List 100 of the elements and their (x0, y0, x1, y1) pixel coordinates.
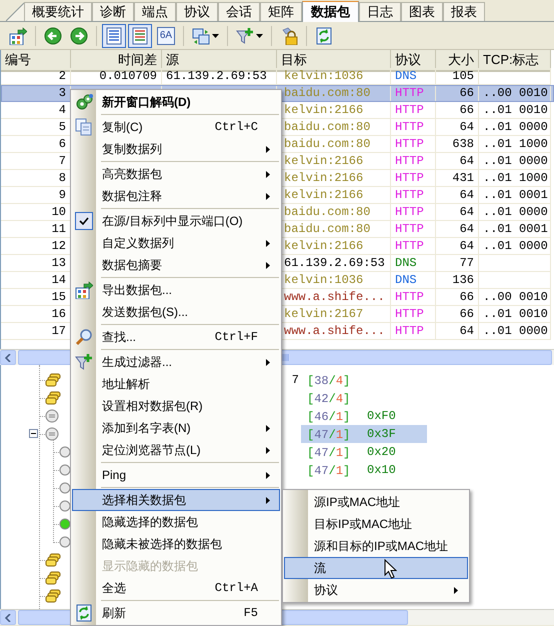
table-cell: 66 (460, 289, 474, 305)
field-offset: [47/1] (307, 446, 350, 460)
table-cell: 17 (52, 323, 66, 339)
table-cell: HTTP (395, 187, 424, 203)
table-cell: kelvin:2166 (284, 187, 364, 203)
table-cell: www.a.shife... (284, 323, 385, 339)
table-cell: ..01 0000 (483, 119, 548, 135)
table-cell: ..01 0001 (483, 187, 548, 203)
table-cell: baidu.com:80 (284, 85, 370, 101)
table-cell: 638 (452, 136, 474, 152)
menu-item-label: 流 (313, 560, 326, 577)
table-cell: baidu.com:80 (284, 221, 370, 237)
menu-item-label: 地址解析 (101, 376, 150, 393)
table-cell: 66 (460, 306, 474, 322)
table-cell: HTTP (395, 204, 424, 220)
table-cell: baidu.com:80 (284, 119, 370, 135)
table-cell: 61.139.2.69:53 (284, 255, 385, 271)
table-cell: HTTP (395, 238, 424, 254)
menu-item-label: 添加到名字表(N) (101, 420, 191, 437)
menu-item-label: 源IP或MAC地址 (313, 494, 400, 511)
table-cell: kelvin:2166 (284, 170, 364, 186)
table-cell: 10 (52, 204, 66, 220)
field-offset: [47/1] (307, 464, 350, 478)
table-cell: 9 (58, 187, 66, 203)
table-cell: HTTP (395, 119, 424, 135)
table-cell: 3 (58, 85, 66, 101)
table-cell: 64 (460, 323, 474, 339)
menu-item-label: 在源/目标列中显示端口(O) (101, 213, 243, 230)
menu-item-label: 复制(C) (101, 119, 143, 136)
table-cell: ..00 0010 (483, 289, 548, 305)
shortcut-label: Ctrl+F (214, 329, 258, 346)
table-cell: DNS (395, 272, 417, 288)
table-cell: 64 (460, 119, 474, 135)
table-cell: 64 (460, 187, 474, 203)
menu-item-label: 设置相对数据包(R) (101, 398, 203, 415)
table-cell: 64 (460, 238, 474, 254)
table-cell: ..01 1000 (483, 170, 548, 186)
menu-item-label: 选择相关数据包 (101, 492, 186, 509)
menu-item-label: 发送数据包(S)... (101, 304, 188, 321)
table-cell: HTTP (395, 306, 424, 322)
field-value: 0x20 (367, 445, 396, 459)
menu-item-label: 数据包注释 (101, 188, 162, 205)
table-cell: 6 (58, 136, 66, 152)
menu-item-label: 生成过滤器... (101, 354, 172, 371)
menu-item-label: 源和目标的IP或MAC地址 (313, 538, 448, 555)
shortcut-label: Ctrl+C (214, 119, 258, 136)
table-cell: kelvin:2167 (284, 306, 364, 322)
table-cell: 4 (58, 102, 66, 118)
table-cell: 5 (58, 119, 66, 135)
table-cell: 64 (460, 204, 474, 220)
table-cell: 77 (460, 255, 474, 271)
field-offset: [46/1] (307, 410, 350, 424)
table-cell: HTTP (395, 170, 424, 186)
table-cell: ..01 1000 (483, 136, 548, 152)
table-cell: 12 (52, 238, 66, 254)
shortcut-label: Ctrl+A (214, 580, 258, 597)
table-cell: ..01 0010 (483, 306, 548, 322)
menu-item-label: 协议 (313, 582, 338, 599)
table-cell: ..01 0010 (483, 102, 548, 118)
table-cell: ..01 0000 (483, 204, 548, 220)
field-offset: [47/1] (307, 428, 350, 442)
table-cell: 66 (460, 85, 474, 101)
menu-item-label: 查找... (101, 329, 136, 346)
menu-item-label: 隐藏选择的数据包 (101, 514, 198, 531)
table-cell: www.a.shife... (284, 289, 385, 305)
table-cell: kelvin:2166 (284, 153, 364, 169)
field-value: 0x3F (367, 427, 396, 441)
field-offset: [38/4] (307, 374, 350, 388)
table-cell: ..01 0000 (483, 323, 548, 339)
table-cell: HTTP (395, 153, 424, 169)
table-cell: 13 (52, 255, 66, 271)
tree-cell: 7 (292, 373, 299, 387)
table-cell: 64 (460, 153, 474, 169)
field-value: 0x10 (367, 463, 396, 477)
table-cell: 136 (452, 272, 474, 288)
menu-item-label: 目标IP或MAC地址 (313, 516, 412, 533)
table-cell: 64 (460, 221, 474, 237)
table-cell: 66 (460, 102, 474, 118)
shortcut-label: F5 (244, 605, 258, 622)
table-cell: ..01 0001 (483, 221, 548, 237)
table-cell: DNS (395, 255, 417, 271)
table-cell: 431 (452, 170, 474, 186)
table-cell: 16 (52, 306, 66, 322)
menu-item-label: 数据包摘要 (101, 257, 162, 274)
table-cell: 15 (52, 289, 66, 305)
menu-item-label: Ping (101, 467, 126, 484)
table-cell: HTTP (395, 289, 424, 305)
table-cell: 8 (58, 170, 66, 186)
menu-item-label: 自定义数据列 (101, 235, 174, 252)
menu-item-label: 显示隐藏的数据包 (101, 558, 198, 575)
menu-item-label: 刷新 (101, 605, 126, 622)
table-cell: HTTP (395, 85, 424, 101)
table-cell: HTTP (395, 221, 424, 237)
menu-item-label: 新开窗口解码(D) (101, 94, 191, 111)
table-cell: 11 (52, 221, 66, 237)
table-cell: baidu.com:80 (284, 136, 370, 152)
table-cell: 14 (52, 272, 66, 288)
menu-item-label: 全选 (101, 580, 126, 597)
field-offset: [42/4] (307, 392, 350, 406)
table-cell: 7 (58, 153, 66, 169)
